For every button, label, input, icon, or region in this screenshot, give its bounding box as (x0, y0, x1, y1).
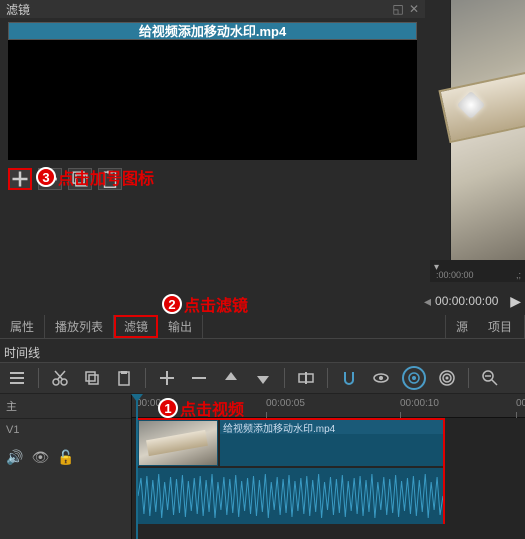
clip-label: 给视频添加移动水印.mp4 (220, 420, 443, 434)
ruler-tick: 00:00:05 (266, 398, 305, 409)
tab-source[interactable]: 源 (445, 315, 478, 338)
ruler-tick: 00:00:10 (400, 398, 439, 409)
copy-filter-button[interactable] (68, 168, 92, 190)
file-title-bar[interactable]: 给视频添加移动水印.mp4 (8, 22, 417, 40)
prev-frame-icon[interactable]: ◂ (424, 293, 431, 310)
play-icon[interactable]: ▶ (510, 293, 521, 310)
preview-scrubber[interactable]: :00:00:00 ,; (430, 260, 525, 282)
filter-panel: 滤镜 ◱ ✕ 给视频添加移动水印.mp4 (0, 0, 425, 198)
lift-icon[interactable] (220, 367, 242, 389)
copy-icon[interactable] (81, 367, 103, 389)
track-v1-label[interactable]: V1 (6, 424, 19, 436)
timeline-title: 时间线 (4, 344, 40, 361)
separator (38, 368, 39, 388)
tab-properties[interactable]: 属性 (0, 315, 45, 338)
preview-timecode-bar: ◂ 00:00:00:00 ▶ (420, 288, 525, 314)
clip-video-body (220, 434, 443, 466)
scrubber-separator: ,; (516, 270, 521, 280)
annotation-badge: 2 (162, 294, 182, 314)
menu-icon[interactable] (6, 367, 28, 389)
paste-icon[interactable] (113, 367, 135, 389)
zoom-out-icon[interactable] (479, 367, 501, 389)
tab-export[interactable]: 输出 (158, 315, 203, 338)
filter-preview-area (8, 40, 417, 160)
separator (468, 368, 469, 388)
clip-thumbnail (138, 420, 218, 466)
timeline-area: 主 V1 🔊 👁 🔓 00:00:00 00:00:05 00:00:10 00… (0, 394, 525, 539)
master-track-label[interactable]: 主 (0, 394, 131, 419)
playhead[interactable] (136, 394, 138, 539)
tab-filters[interactable]: 滤镜 (114, 315, 158, 338)
lock-icon[interactable]: 🔓 (57, 449, 74, 466)
tab-project[interactable]: 项目 (478, 315, 525, 338)
cut-icon[interactable] (49, 367, 71, 389)
remove-icon[interactable] (188, 367, 210, 389)
scrubber-time-start: :00:00:00 (436, 270, 474, 280)
video-clip[interactable]: 给视频添加移动水印.mp4 (136, 418, 445, 524)
panel-title: 滤镜 (6, 1, 30, 18)
clip-waveform (138, 468, 443, 524)
panel-tabs: 属性 播放列表 滤镜 输出 源 项目 (0, 315, 525, 339)
scrub-icon[interactable] (370, 367, 392, 389)
remove-filter-button[interactable] (38, 168, 62, 190)
panel-header: 滤镜 ◱ ✕ (0, 0, 425, 18)
separator (327, 368, 328, 388)
mute-icon[interactable]: 🔊 (6, 449, 23, 466)
track-controls: 🔊 👁 🔓 (6, 449, 75, 466)
timecode-display[interactable]: 00:00:00:00 (435, 294, 506, 308)
video-preview[interactable] (450, 0, 525, 260)
timeline-toolbar (0, 362, 525, 394)
snap-icon[interactable] (338, 367, 360, 389)
annotation-text: 点击滤镜 (184, 292, 248, 316)
hide-icon[interactable]: 👁 (31, 449, 49, 466)
add-filter-button[interactable] (8, 168, 32, 190)
separator (145, 368, 146, 388)
time-ruler[interactable]: 00:00:00 00:00:05 00:00:10 00 (132, 394, 525, 418)
overwrite-icon[interactable] (252, 367, 274, 389)
paste-filter-button[interactable] (98, 168, 122, 190)
tab-playlist[interactable]: 播放列表 (45, 315, 114, 338)
track-header-column: 主 V1 🔊 👁 🔓 (0, 394, 132, 539)
append-icon[interactable] (156, 367, 178, 389)
dock-icon[interactable]: ◱ (393, 4, 403, 14)
annotation-2: 2 点击滤镜 (162, 292, 248, 316)
close-icon[interactable]: ✕ (409, 4, 419, 14)
ripple-icon[interactable] (402, 366, 426, 390)
timeline-tracks[interactable]: 00:00:00 00:00:05 00:00:10 00 给视频添加移动水印.… (132, 394, 525, 539)
ripple-all-icon[interactable] (436, 367, 458, 389)
window-buttons: ◱ ✕ (393, 4, 419, 14)
ruler-tick: 00 (516, 398, 525, 409)
filter-toolbar (0, 160, 425, 198)
separator (284, 368, 285, 388)
split-icon[interactable] (295, 367, 317, 389)
